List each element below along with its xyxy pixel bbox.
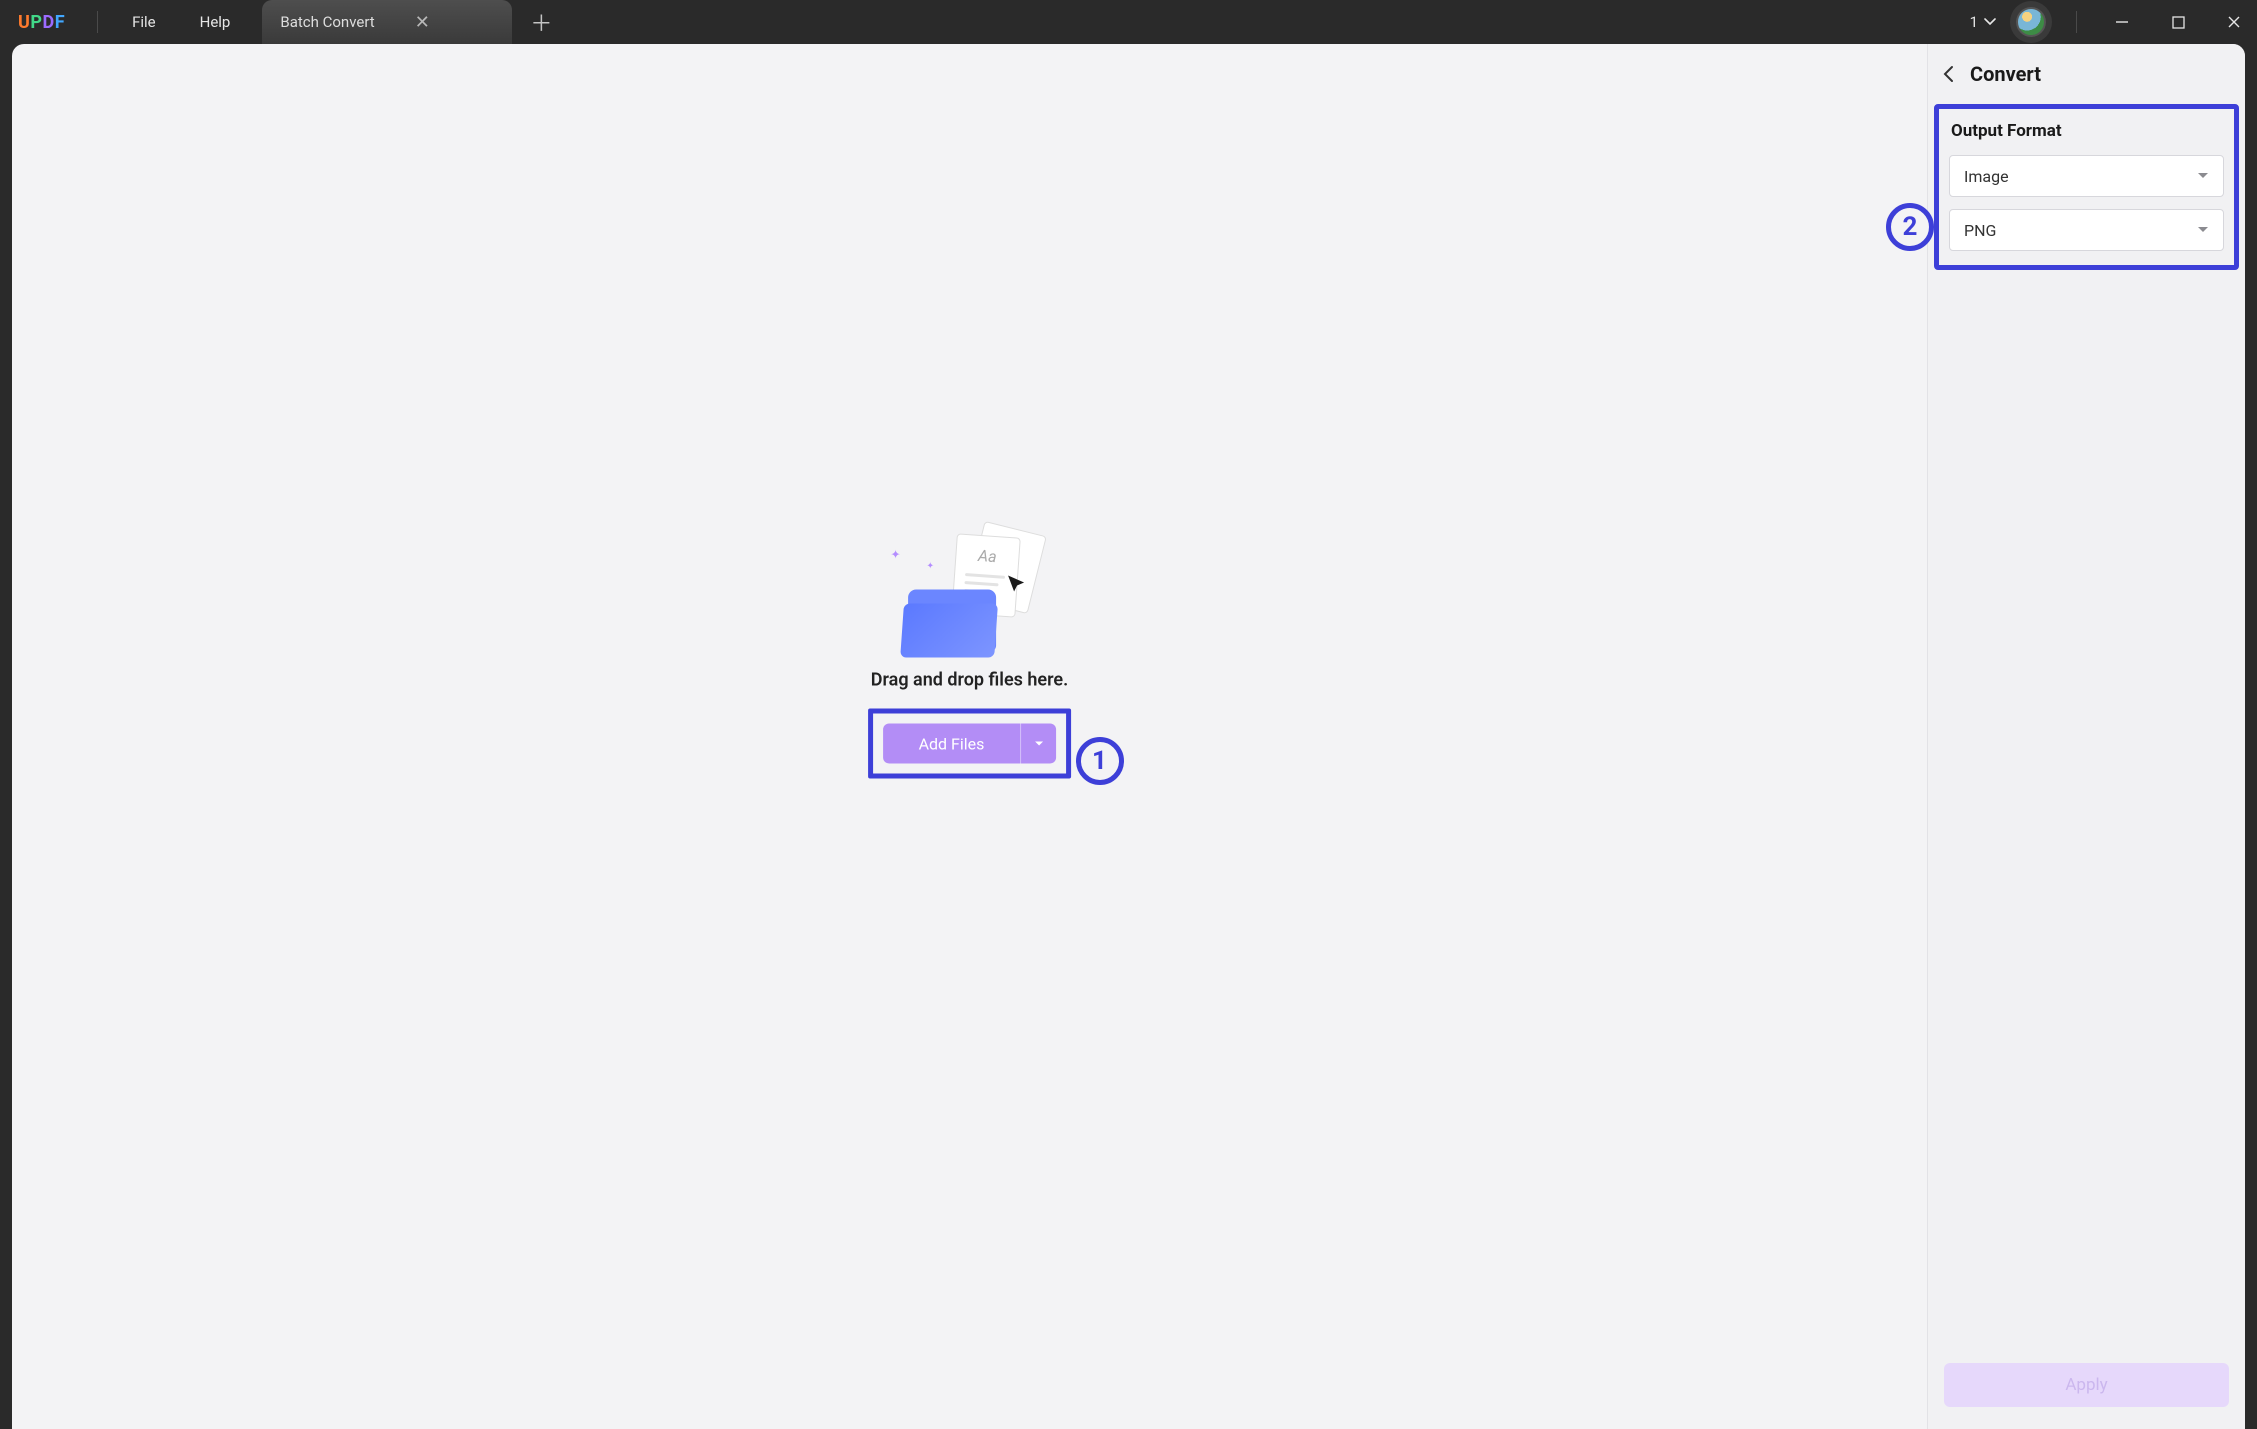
add-files-button[interactable]: Add Files bbox=[883, 724, 1057, 764]
app-logo: UPDF bbox=[18, 12, 65, 33]
window-count-value: 1 bbox=[1970, 13, 1978, 31]
close-icon[interactable]: ✕ bbox=[415, 12, 430, 33]
tab-batch-convert[interactable]: Batch Convert ✕ bbox=[262, 0, 512, 44]
window-count[interactable]: 1 bbox=[1970, 13, 1996, 31]
tab-label: Batch Convert bbox=[280, 13, 374, 31]
step-badge-2: 2 bbox=[1886, 203, 1934, 251]
caret-down-icon bbox=[1034, 739, 1044, 749]
add-files-label: Add Files bbox=[883, 724, 1021, 764]
cursor-icon bbox=[1006, 574, 1028, 596]
folder-illustration: ✦ ✦ Aa bbox=[894, 528, 1044, 658]
select-output-subtype-value: PNG bbox=[1964, 221, 1996, 240]
sidebar-convert: Convert 2 Output Format Image PNG Apply bbox=[1927, 44, 2245, 1429]
titlebar: UPDF File Help Batch Convert ✕ ＋ 1 bbox=[0, 0, 2257, 44]
menu-help[interactable]: Help bbox=[178, 13, 253, 31]
caret-down-icon bbox=[2197, 221, 2209, 240]
step2-callout: 2 Output Format Image PNG bbox=[1934, 104, 2239, 270]
divider bbox=[2076, 11, 2077, 33]
add-files-dropdown[interactable] bbox=[1020, 724, 1056, 764]
drop-area: ✦ ✦ Aa Drag and drop files here. Add bbox=[868, 528, 1072, 779]
select-output-type[interactable]: Image bbox=[1949, 155, 2224, 197]
caret-down-icon bbox=[2197, 167, 2209, 186]
chevron-down-icon bbox=[1984, 16, 1996, 28]
minimize-button[interactable] bbox=[2099, 0, 2145, 44]
output-format-label: Output Format bbox=[1951, 121, 2224, 141]
step-badge-1: 1 bbox=[1076, 737, 1124, 785]
step1-callout: Add Files bbox=[868, 709, 1072, 779]
apply-button[interactable]: Apply bbox=[1944, 1363, 2229, 1407]
back-button[interactable] bbox=[1940, 65, 1958, 83]
sidebar-title: Convert bbox=[1970, 62, 2041, 86]
sidebar-header: Convert bbox=[1928, 44, 2245, 104]
chevron-left-icon bbox=[1940, 65, 1958, 83]
select-output-subtype[interactable]: PNG bbox=[1949, 209, 2224, 251]
new-tab-button[interactable]: ＋ bbox=[530, 6, 552, 38]
divider bbox=[97, 11, 98, 33]
glyph-aa: Aa bbox=[978, 546, 998, 566]
maximize-button[interactable] bbox=[2155, 0, 2201, 44]
workspace: ✦ ✦ Aa Drag and drop files here. Add bbox=[12, 44, 2245, 1429]
drop-canvas[interactable]: ✦ ✦ Aa Drag and drop files here. Add bbox=[12, 44, 1927, 1429]
drop-text: Drag and drop files here. bbox=[871, 670, 1068, 691]
select-output-type-value: Image bbox=[1964, 167, 2009, 186]
titlebar-right: 1 bbox=[1970, 0, 2257, 44]
close-window-button[interactable] bbox=[2211, 0, 2257, 44]
sidebar-footer: Apply bbox=[1928, 1343, 2245, 1429]
menu-file[interactable]: File bbox=[110, 13, 178, 31]
avatar[interactable] bbox=[2016, 7, 2046, 37]
